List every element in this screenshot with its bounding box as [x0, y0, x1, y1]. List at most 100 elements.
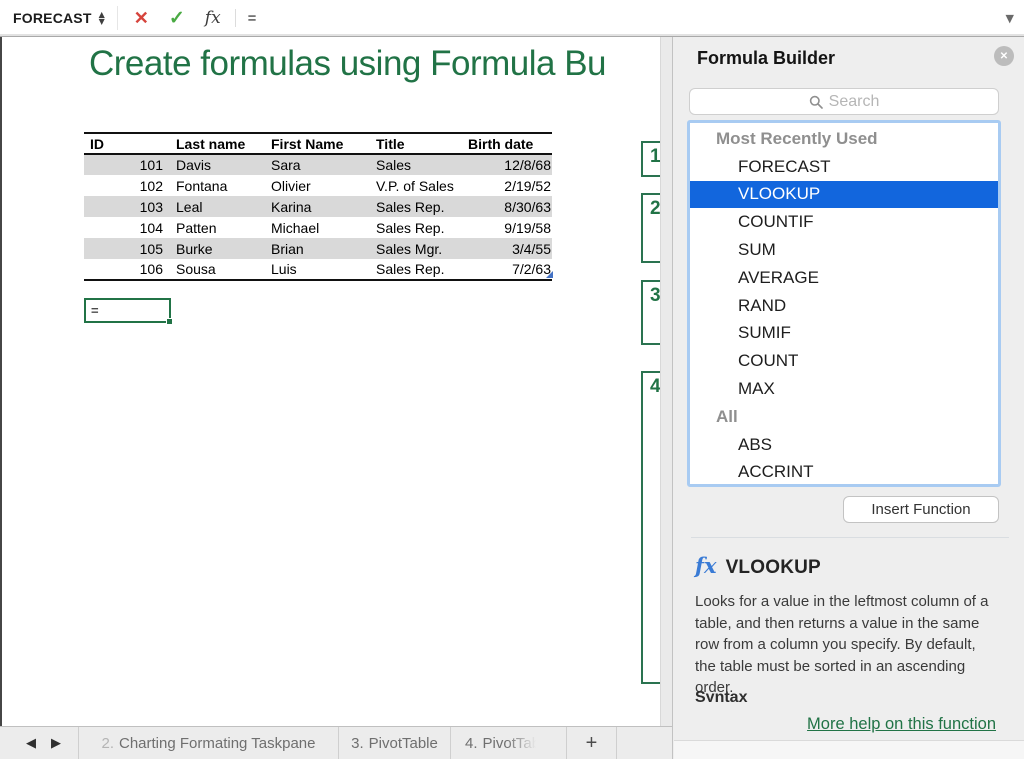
prev-sheet-icon[interactable]: ◀: [26, 736, 36, 751]
cell-first-name[interactable]: Brian: [265, 238, 370, 259]
panel-divider: [691, 537, 1009, 538]
table-header-row: ID Last name First Name Title Birth date: [84, 133, 552, 154]
table-row[interactable]: 105 Burke Brian Sales Mgr. 3/4/55: [84, 238, 552, 259]
formula-bar-content[interactable]: =: [248, 10, 257, 27]
list-item-rand[interactable]: RAND: [690, 292, 998, 320]
name-box-stepper[interactable]: ▲ ▼: [99, 11, 105, 25]
list-item-abs[interactable]: ABS: [690, 431, 998, 459]
tab-number: 2.: [101, 735, 114, 752]
cell-birth-date[interactable]: 8/30/63: [462, 196, 552, 217]
add-sheet-button[interactable]: +: [567, 727, 616, 759]
formula-bar-expand-icon[interactable]: ▼: [1006, 12, 1014, 25]
worksheet-scrollbar[interactable]: [660, 37, 672, 726]
cell-first-name[interactable]: Luis: [265, 259, 370, 280]
search-placeholder: Search: [829, 93, 880, 111]
window-left-edge: [0, 37, 2, 726]
cell-last-name[interactable]: Burke: [170, 238, 265, 259]
table-row[interactable]: 103 Leal Karina Sales Rep. 8/30/63: [84, 196, 552, 217]
list-item-forecast[interactable]: FORECAST: [690, 153, 998, 181]
insert-function-icon[interactable]: fx: [205, 8, 221, 28]
cell-id[interactable]: 101: [84, 154, 170, 175]
employee-table[interactable]: ID Last name First Name Title Birth date…: [84, 132, 552, 281]
step-box-1: 1: [641, 141, 660, 177]
close-icon[interactable]: ✕: [994, 46, 1014, 66]
confirm-entry-button[interactable]: ✓: [169, 7, 185, 30]
cell-id[interactable]: 104: [84, 217, 170, 238]
col-header-title[interactable]: Title: [370, 133, 462, 154]
insert-function-button[interactable]: Insert Function: [843, 496, 999, 523]
list-item-vlookup-selected[interactable]: VLOOKUP: [690, 181, 998, 209]
stepper-down-icon[interactable]: ▼: [99, 18, 105, 25]
step-box-2: 2: [641, 193, 660, 263]
formula-builder-panel: Formula Builder ✕ Search Most Recently U…: [672, 37, 1024, 759]
cell-birth-date[interactable]: 3/4/55: [462, 238, 552, 259]
next-sheet-icon[interactable]: ▶: [51, 736, 61, 751]
cell-title[interactable]: Sales Mgr.: [370, 238, 462, 259]
col-header-last-name[interactable]: Last name: [170, 133, 265, 154]
table-row[interactable]: 101 Davis Sara Sales 12/8/68: [84, 154, 552, 175]
toolbar-divider: [117, 6, 118, 30]
cell-title[interactable]: Sales Rep.: [370, 196, 462, 217]
formula-toolbar: FORECAST ▲ ▼ ✕ ✓ fx = ▼: [0, 0, 1024, 37]
function-search-input[interactable]: Search: [689, 88, 999, 115]
worksheet-area[interactable]: Create formulas using Formula Bu ID Last…: [0, 37, 660, 726]
cell-id[interactable]: 103: [84, 196, 170, 217]
col-header-birth-date[interactable]: Birth date: [462, 133, 552, 154]
list-item-accrint[interactable]: ACCRINT: [690, 459, 998, 487]
cell-first-name[interactable]: Karina: [265, 196, 370, 217]
list-item-sumif[interactable]: SUMIF: [690, 320, 998, 348]
tab-label: PivotTab: [483, 735, 541, 752]
active-cell-value: =: [91, 303, 99, 318]
cell-title[interactable]: Sales Rep.: [370, 217, 462, 238]
cell-title[interactable]: Sales: [370, 154, 462, 175]
cell-id[interactable]: 105: [84, 238, 170, 259]
cell-first-name[interactable]: Sara: [265, 154, 370, 175]
sheet-tab-pivottab[interactable]: 4. PivotTab: [451, 727, 566, 759]
more-help-link[interactable]: More help on this function: [807, 715, 996, 734]
fill-handle[interactable]: [166, 318, 173, 325]
table-row[interactable]: 106 Sousa Luis Sales Rep. 7/2/63: [84, 259, 552, 280]
tab-label: PivotTable: [369, 735, 438, 752]
toolbar-divider: [235, 9, 236, 27]
cell-last-name[interactable]: Sousa: [170, 259, 265, 280]
step-box-3: 3: [641, 280, 660, 345]
function-list[interactable]: Most Recently Used FORECAST VLOOKUP COUN…: [687, 120, 1001, 487]
cell-title[interactable]: Sales Rep.: [370, 259, 462, 280]
col-header-id[interactable]: ID: [84, 133, 170, 154]
cell-birth-date[interactable]: 12/8/68: [462, 154, 552, 175]
cell-first-name[interactable]: Olivier: [265, 175, 370, 196]
list-item-max[interactable]: MAX: [690, 375, 998, 403]
syntax-label-clipped: Syntax: [695, 689, 795, 702]
worksheet-heading: Create formulas using Formula Bu: [89, 44, 606, 84]
cell-birth-date[interactable]: 9/19/58: [462, 217, 552, 238]
table-row[interactable]: 102 Fontana Olivier V.P. of Sales 2/19/5…: [84, 175, 552, 196]
active-cell[interactable]: =: [84, 298, 171, 323]
cell-last-name[interactable]: Leal: [170, 196, 265, 217]
cell-id[interactable]: 106: [84, 259, 170, 280]
function-detail-header: fx VLOOKUP: [695, 553, 821, 579]
cell-last-name[interactable]: Fontana: [170, 175, 265, 196]
list-item-countif[interactable]: COUNTIF: [690, 208, 998, 236]
cell-last-name[interactable]: Patten: [170, 217, 265, 238]
sheet-tab-pivottable[interactable]: 3. PivotTable: [339, 727, 450, 759]
table-row[interactable]: 104 Patten Michael Sales Rep. 9/19/58: [84, 217, 552, 238]
cancel-entry-button[interactable]: ✕: [134, 8, 149, 29]
tab-divider: [616, 727, 617, 759]
sheet-tab-bar: ◀ ▶ 2. Charting Formating Taskpane 3. Pi…: [0, 726, 672, 759]
cell-birth-date[interactable]: 7/2/63: [462, 259, 552, 280]
cell-birth-date[interactable]: 2/19/52: [462, 175, 552, 196]
list-item-average[interactable]: AVERAGE: [690, 264, 998, 292]
table-resize-handle[interactable]: [546, 271, 553, 278]
cell-title[interactable]: V.P. of Sales: [370, 175, 462, 196]
cell-id[interactable]: 102: [84, 175, 170, 196]
cell-last-name[interactable]: Davis: [170, 154, 265, 175]
list-item-sum[interactable]: SUM: [690, 236, 998, 264]
sheet-tab-charting-formating-taskpane[interactable]: 2. Charting Formating Taskpane: [79, 727, 338, 759]
cell-first-name[interactable]: Michael: [265, 217, 370, 238]
list-item-count[interactable]: COUNT: [690, 347, 998, 375]
panel-title: Formula Builder: [697, 48, 835, 69]
col-header-first-name[interactable]: First Name: [265, 133, 370, 154]
list-group-header: All: [690, 403, 998, 431]
fx-icon: fx: [695, 553, 717, 578]
name-box[interactable]: FORECAST: [13, 10, 92, 26]
